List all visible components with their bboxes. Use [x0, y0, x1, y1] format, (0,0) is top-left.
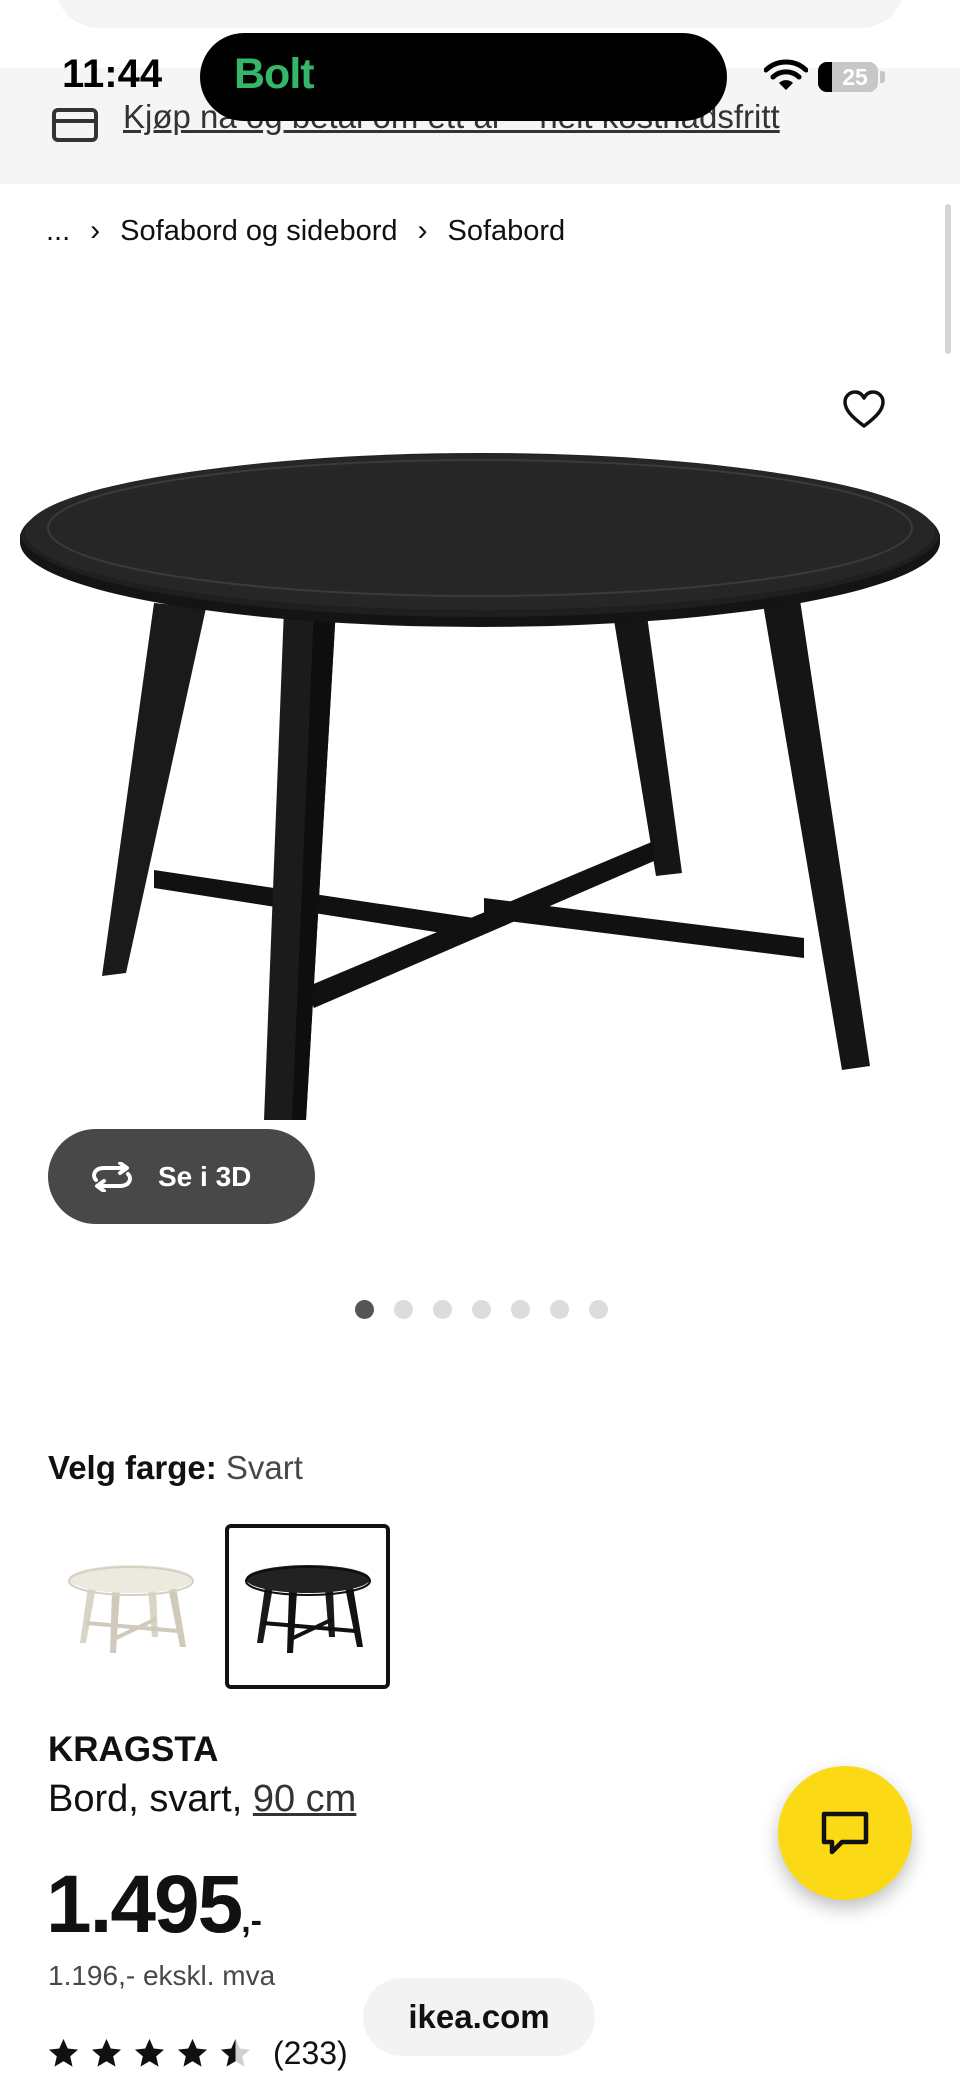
- chevron-right-icon: ›: [417, 214, 428, 247]
- star-icon: [91, 2038, 122, 2067]
- scrollbar[interactable]: [945, 204, 951, 354]
- browser-url: ikea.com: [408, 1998, 550, 2035]
- view-3d-label: Se i 3D: [158, 1160, 252, 1192]
- breadcrumb-item-sofabord[interactable]: Sofabord: [447, 215, 565, 248]
- carousel-dot[interactable]: [511, 1300, 530, 1319]
- breadcrumb-ellipsis[interactable]: ...: [46, 215, 70, 248]
- review-count[interactable]: (233): [273, 2035, 348, 2072]
- price-excl-vat: 1.196,- ekskl. mva: [48, 1960, 276, 1991]
- selected-color: Svart: [225, 1449, 303, 1486]
- star-icon: [134, 2038, 165, 2067]
- price-amount: 1.495: [46, 1859, 243, 1950]
- product-price: 1.495 ,-: [46, 1858, 262, 1952]
- white-table-thumbnail: [67, 1564, 194, 1653]
- status-time: 11:44: [62, 52, 163, 96]
- battery-cap: [880, 71, 885, 83]
- color-swatch-white[interactable]: [48, 1524, 213, 1689]
- product-image[interactable]: [14, 448, 946, 1128]
- battery-icon: 25: [818, 62, 878, 92]
- color-label-prefix: Velg farge:: [48, 1449, 217, 1486]
- product-description: Bord, svart, 90 cm: [48, 1778, 356, 1821]
- heart-icon: [843, 390, 885, 428]
- view-3d-button[interactable]: Se i 3D: [48, 1129, 315, 1224]
- product-description-text: Bord, svart,: [48, 1778, 243, 1820]
- card-icon: [52, 108, 98, 142]
- header-search-pill: [55, 0, 905, 28]
- bolt-logo: Bolt: [234, 50, 315, 98]
- star-icon: [177, 2038, 208, 2067]
- black-table-thumbnail: [244, 1564, 371, 1653]
- product-size-link[interactable]: 90 cm: [253, 1778, 356, 1820]
- color-swatch-black[interactable]: [225, 1524, 390, 1689]
- breadcrumb-item-sofabord-og-sidebord[interactable]: Sofabord og sidebord: [120, 215, 397, 248]
- rotate-icon: [92, 1161, 132, 1192]
- battery-level: 25: [842, 64, 868, 90]
- carousel-dot[interactable]: [472, 1300, 491, 1319]
- chat-button[interactable]: [778, 1766, 912, 1900]
- carousel-dot[interactable]: [394, 1300, 413, 1319]
- rating-stars[interactable]: [46, 2036, 253, 2071]
- half-star-icon: [220, 2038, 251, 2067]
- chevron-right-icon: ›: [90, 214, 101, 247]
- chat-icon: [821, 1811, 869, 1855]
- browser-url-bar[interactable]: ikea.com: [363, 1978, 595, 2056]
- carousel-dot[interactable]: [589, 1300, 608, 1319]
- wifi-icon: [764, 59, 808, 90]
- color-picker-label: Velg farge: Svart: [48, 1449, 303, 1487]
- carousel-dot[interactable]: [550, 1300, 569, 1319]
- carousel-dot[interactable]: [355, 1300, 374, 1319]
- product-name: KRAGSTA: [48, 1730, 219, 1769]
- breadcrumb: ... › Sofabord og sidebord › Sofabord: [46, 214, 565, 248]
- carousel-dot[interactable]: [433, 1300, 452, 1319]
- carousel-dots: [355, 1300, 608, 1319]
- favorite-button[interactable]: [835, 380, 893, 438]
- price-suffix: ,-: [241, 1902, 262, 1940]
- star-icon: [48, 2038, 79, 2067]
- dynamic-island[interactable]: Bolt: [200, 33, 727, 121]
